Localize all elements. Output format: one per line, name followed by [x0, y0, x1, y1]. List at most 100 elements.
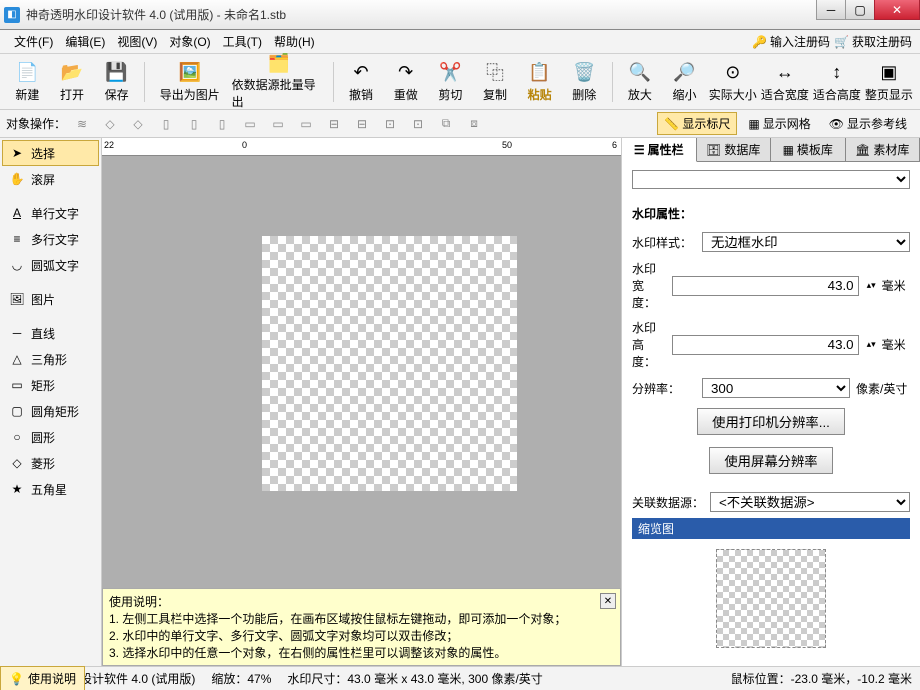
text-icon: A [9, 205, 25, 221]
same-height-icon[interactable]: ⊡ [406, 113, 430, 135]
undo-icon: ↶ [349, 60, 373, 84]
tool-image[interactable]: 🖼图片 [2, 286, 99, 312]
open-icon: 📂 [60, 60, 84, 84]
tab-assets[interactable]: 🏛素材库 [846, 138, 920, 161]
layer-down-icon[interactable]: ◇ [126, 113, 150, 135]
tool-select[interactable]: ➤选择 [2, 140, 99, 166]
db-icon: 🗄 [706, 143, 721, 157]
ungroup-icon[interactable]: ⧈ [462, 113, 486, 135]
tool-arc-text[interactable]: ◡圆弧文字 [2, 252, 99, 278]
tool-single-text[interactable]: A单行文字 [2, 200, 99, 226]
tool-triangle[interactable]: △三角形 [2, 346, 99, 372]
object-selector[interactable] [632, 170, 910, 189]
align-middle-icon[interactable]: ▭ [266, 113, 290, 135]
fit-width-icon: ↔ [773, 60, 797, 84]
tool-roundrect[interactable]: ▢圆角矩形 [2, 398, 99, 424]
align-top-icon[interactable]: ▭ [238, 113, 262, 135]
maximize-button[interactable]: ▢ [845, 0, 875, 20]
menu-object[interactable]: 对象(O) [163, 31, 216, 52]
help-tab[interactable]: 💡使用说明 [0, 666, 85, 690]
same-width-icon[interactable]: ⊡ [378, 113, 402, 135]
tool-multi-text[interactable]: ≡多行文字 [2, 226, 99, 252]
tool-rect[interactable]: ▭矩形 [2, 372, 99, 398]
spinner-icon[interactable]: ▴▾ [867, 280, 876, 291]
delete-button[interactable]: 🗑️删除 [563, 57, 606, 107]
dpi-unit: 像素/英寸 [856, 380, 910, 397]
menu-file[interactable]: 文件(F) [8, 31, 59, 52]
export-image-icon: 🖼️ [178, 60, 202, 84]
menu-tools[interactable]: 工具(T) [217, 31, 268, 52]
use-screen-dpi-button[interactable]: 使用屏幕分辨率 [709, 447, 832, 474]
tool-line[interactable]: ─直线 [2, 320, 99, 346]
cursor-icon: ➤ [9, 145, 25, 161]
style-select[interactable]: 无边框水印 [702, 232, 910, 252]
preview-heading: 缩览图 [632, 518, 910, 539]
tab-templates[interactable]: ▦模板库 [771, 138, 846, 161]
distribute-h-icon[interactable]: ⊟ [322, 113, 346, 135]
bulb-icon: 💡 [9, 672, 24, 686]
zoom-in-button[interactable]: 🔍放大 [619, 57, 662, 107]
align-center-h-icon[interactable]: ▯ [182, 113, 206, 135]
copy-button[interactable]: ⿻复制 [474, 57, 517, 107]
redo-button[interactable]: ↷重做 [384, 57, 427, 107]
open-button[interactable]: 📂打开 [51, 57, 94, 107]
close-button[interactable]: ✕ [874, 0, 920, 20]
export-image-button[interactable]: 🖼️导出为图片 [151, 57, 229, 107]
titlebar: ◧ 神奇透明水印设计软件 4.0 (试用版) - 未命名1.stb ─ ▢ ✕ [0, 0, 920, 30]
height-label: 水印高度： [632, 319, 666, 370]
actual-size-button[interactable]: ⊙实际大小 [708, 57, 758, 107]
tab-properties[interactable]: ☰属性栏 [622, 138, 697, 162]
tool-circle[interactable]: ○圆形 [2, 424, 99, 450]
save-button[interactable]: 💾保存 [95, 57, 138, 107]
layer-up-icon[interactable]: ◇ [98, 113, 122, 135]
help-close-button[interactable]: ✕ [600, 593, 616, 609]
multitext-icon: ≡ [9, 231, 25, 247]
dpi-select[interactable]: 300 [702, 378, 850, 398]
layers-icon[interactable]: ≋ [70, 113, 94, 135]
toggle-guides[interactable]: 👁显示参考线 [822, 112, 914, 135]
batch-export-button[interactable]: 🗂️依数据源批量导出 [231, 57, 327, 107]
cut-icon: ✂️ [438, 60, 462, 84]
tool-diamond[interactable]: ◇菱形 [2, 450, 99, 476]
minimize-button[interactable]: ─ [816, 0, 846, 20]
watermark-canvas[interactable] [262, 236, 517, 491]
tool-pan[interactable]: ✋滚屏 [2, 166, 99, 192]
height-unit: 毫米 [882, 336, 910, 353]
height-input[interactable] [672, 335, 859, 355]
link-datasource-select[interactable]: <不关联数据源> [710, 492, 910, 512]
align-bottom-icon[interactable]: ▭ [294, 113, 318, 135]
menu-view[interactable]: 视图(V) [111, 31, 163, 52]
get-reg-code[interactable]: 🛒 获取注册码 [834, 33, 912, 50]
align-right-icon[interactable]: ▯ [210, 113, 234, 135]
tab-database[interactable]: 🗄数据库 [697, 138, 772, 161]
zoom-out-button[interactable]: 🔎缩小 [663, 57, 706, 107]
help-panel: ✕ 使用说明： 1. 左侧工具栏中选择一个功能后，在画布区域按住鼠标左键拖动，即… [102, 588, 621, 666]
canvas[interactable]: ✕ 使用说明： 1. 左侧工具栏中选择一个功能后，在画布区域按住鼠标左键拖动，即… [102, 156, 621, 666]
new-button[interactable]: 📄新建 [6, 57, 49, 107]
cut-button[interactable]: ✂️剪切 [429, 57, 472, 107]
menu-help[interactable]: 帮助(H) [268, 31, 321, 52]
statusbar: 神奇透明水印设计软件 4.0 (试用版) 缩放：47% 水印尺寸：43.0 毫米… [0, 666, 920, 690]
group-icon[interactable]: ⧉ [434, 113, 458, 135]
tool-star[interactable]: ★五角星 [2, 476, 99, 502]
fit-height-button[interactable]: ↕适合高度 [812, 57, 862, 107]
undo-button[interactable]: ↶撤销 [340, 57, 383, 107]
link-label: 关联数据源： [632, 494, 704, 511]
enter-reg-code[interactable]: 🔑 输入注册码 [752, 33, 830, 50]
fit-width-button[interactable]: ↔适合宽度 [760, 57, 810, 107]
paste-button[interactable]: 📋粘贴 [518, 57, 561, 107]
actual-size-icon: ⊙ [721, 60, 745, 84]
dpi-label: 分辨率： [632, 380, 696, 397]
distribute-v-icon[interactable]: ⊟ [350, 113, 374, 135]
toggle-grid[interactable]: ▦显示网格 [741, 112, 817, 135]
use-printer-dpi-button[interactable]: 使用打印机分辨率... [697, 408, 845, 435]
assets-icon: 🏛 [855, 143, 870, 157]
width-input[interactable] [672, 276, 859, 296]
menu-edit[interactable]: 编辑(E) [59, 31, 111, 52]
window-title: 神奇透明水印设计软件 4.0 (试用版) - 未命名1.stb [26, 6, 916, 23]
copy-icon: ⿻ [483, 60, 507, 84]
fit-page-button[interactable]: ▣整页显示 [864, 57, 914, 107]
spinner-icon[interactable]: ▴▾ [867, 339, 876, 350]
align-left-icon[interactable]: ▯ [154, 113, 178, 135]
toggle-ruler[interactable]: 📏显示标尺 [657, 112, 737, 135]
